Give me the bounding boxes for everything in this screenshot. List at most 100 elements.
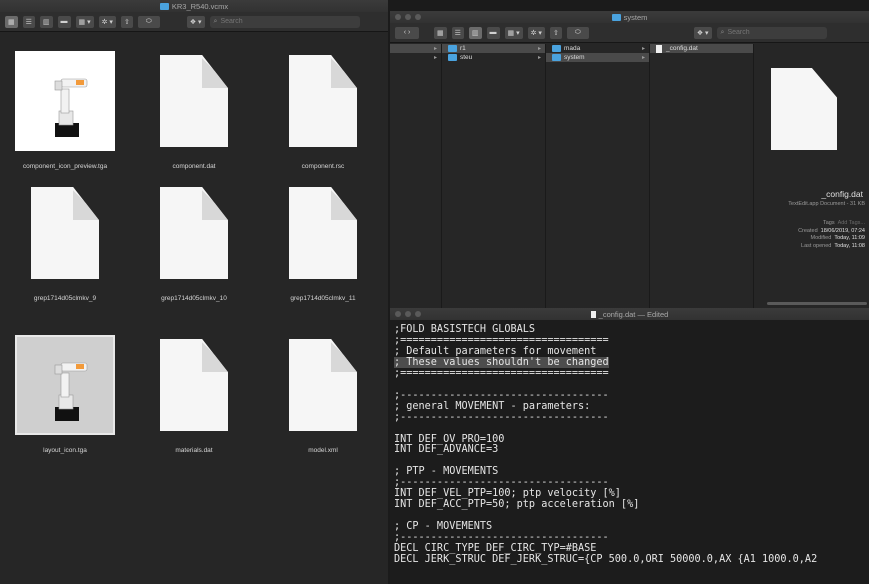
search-field[interactable]: ⌕ <box>209 15 360 28</box>
window-title: system <box>623 12 648 22</box>
file-name: grep1714d05clmkv_9 <box>33 295 97 302</box>
last-opened-label: Last opened <box>801 242 832 249</box>
column-view-button[interactable]: ▥ <box>39 15 53 28</box>
file-item[interactable]: grep1714d05clmkv_9 <box>0 183 130 302</box>
chevron-right-icon: ▸ <box>537 46 541 52</box>
file-item[interactable]: model.xml <box>258 335 388 454</box>
column-browser: ▸ ▸ r1 ▸ steu ▸ mada ▸ system ▸ _config.dat _co… <box>390 44 869 308</box>
file-name: model.xml <box>308 447 338 454</box>
search-field[interactable]: ⌕ <box>716 26 827 39</box>
document-icon <box>160 187 228 279</box>
window-controls <box>395 311 421 317</box>
document-icon <box>289 187 357 279</box>
image-thumbnail <box>15 51 115 151</box>
column-item[interactable]: ▸ <box>390 44 441 53</box>
dropbox-button[interactable]: ❖ ▾ <box>693 26 712 39</box>
browser-column[interactable]: ▸ ▸ <box>390 44 442 308</box>
document-icon <box>289 55 357 147</box>
title-bar[interactable]: system <box>390 11 869 23</box>
robot-arm-thumbnail <box>54 78 88 137</box>
zoom-button[interactable] <box>415 14 421 20</box>
column-item[interactable]: steu ▸ <box>442 53 545 62</box>
horizontal-scrollbar[interactable] <box>390 302 869 306</box>
dropbox-button[interactable]: ❖ ▾ <box>186 15 205 28</box>
icon-view-button[interactable]: ▦ <box>5 15 18 28</box>
browser-column[interactable]: _config.dat <box>650 44 754 308</box>
chevron-right-icon: ▸ <box>537 55 541 61</box>
search-icon: ⌕ <box>213 17 218 25</box>
document-preview-icon <box>771 68 837 150</box>
code-line: INT DEF_ACC_PTP=50; ptp acceleration [%] <box>394 499 640 511</box>
tags-label: Tags <box>822 220 835 226</box>
chevron-right-icon: ▸ <box>641 55 645 61</box>
document-icon <box>160 339 228 431</box>
browser-column[interactable]: mada ▸ system ▸ <box>546 44 650 308</box>
column-item[interactable]: r1 ▸ <box>442 44 545 53</box>
code-text[interactable]: ;FOLD BASISTECH GLOBALS ;================… <box>394 324 869 566</box>
folder-icon <box>448 54 457 61</box>
toolbar: ▦ ☰ ▥ ▬ ▦ ▾ ✲ ▾ ⇧ ⬭ ❖ ▾ ⌕ <box>0 12 388 32</box>
code-line: ;================================== <box>394 367 609 379</box>
chevron-right-icon: ▸ <box>641 46 645 52</box>
chevron-right-icon: ▸ <box>433 55 437 61</box>
document-icon <box>31 187 99 279</box>
action-gear-button[interactable]: ✲ ▾ <box>98 15 116 28</box>
search-input[interactable] <box>220 18 356 25</box>
text-editor[interactable]: ;FOLD BASISTECH GLOBALS ;================… <box>390 320 869 584</box>
tags-button[interactable]: ⬭ <box>137 15 160 28</box>
column-view-button[interactable]: ▥ <box>468 26 482 39</box>
file-item[interactable]: grep1714d05clmkv_11 <box>258 183 388 302</box>
preview-file-kind: TextEdit.app Document - 31 KB <box>788 201 865 207</box>
icon-view-button[interactable]: ▦ <box>434 26 447 39</box>
list-view-button[interactable]: ☰ <box>22 15 35 28</box>
file-item[interactable]: component_icon_preview.tga <box>0 51 130 170</box>
back-forward-button[interactable]: ‹ › <box>395 26 419 39</box>
close-button[interactable] <box>395 311 401 317</box>
file-item[interactable]: grep1714d05clmkv_10 <box>129 183 259 302</box>
browser-column[interactable]: r1 ▸ steu ▸ <box>442 44 546 308</box>
file-name: component_icon_preview.tga <box>22 163 108 170</box>
robot-arm-thumbnail <box>54 362 88 421</box>
finder-window-icon-view: KR3_R540.vcmx ▦ ☰ ▥ ▬ ▦ ▾ ✲ ▾ ⇧ ⬭ ❖ ▾ ⌕ … <box>0 0 388 584</box>
column-item[interactable]: mada ▸ <box>546 44 649 53</box>
chevron-right-icon: ▸ <box>433 46 437 52</box>
list-view-button[interactable]: ☰ <box>451 26 464 39</box>
file-item[interactable]: component.rsc <box>258 51 388 170</box>
column-item[interactable]: _config.dat <box>650 44 753 53</box>
group-button[interactable]: ▦ ▾ <box>75 15 94 28</box>
document-icon <box>160 55 228 147</box>
file-name: layout_icon.tga <box>43 447 87 454</box>
minimize-button[interactable] <box>405 14 411 20</box>
file-item[interactable]: layout_icon.tga <box>0 335 130 454</box>
scrollbar-thumb[interactable] <box>767 302 867 305</box>
add-tags-field[interactable]: Add Tags... <box>838 220 865 228</box>
last-opened-value: Today, 11:08 <box>834 242 865 249</box>
preview-metadata: Tags Add Tags... Created 18/06/2019, 07:24… <box>798 220 865 250</box>
file-name: component.rsc <box>301 163 345 170</box>
zoom-button[interactable] <box>415 311 421 317</box>
column-item[interactable]: ▸ <box>390 53 441 62</box>
created-value: 18/06/2019, 07:24 <box>820 227 865 234</box>
textedit-window: _config.dat — Edited ;FOLD BASISTECH GLO… <box>390 308 869 584</box>
search-input[interactable] <box>727 29 823 36</box>
modified-value: Today, 11:09 <box>834 235 865 241</box>
action-gear-button[interactable]: ✲ ▾ <box>527 26 545 39</box>
toolbar: ‹ › ▦ ☰ ▥ ▬ ▦ ▾ ✲ ▾ ⇧ ⬭ ❖ ▾ ⌕ <box>390 23 869 43</box>
share-button[interactable]: ⇧ <box>120 15 133 28</box>
share-button[interactable]: ⇧ <box>549 26 562 39</box>
document-icon <box>289 339 357 431</box>
close-button[interactable] <box>395 14 401 20</box>
gallery-view-button[interactable]: ▬ <box>57 15 71 28</box>
column-item[interactable]: system ▸ <box>546 53 649 62</box>
file-item[interactable]: component.dat <box>129 51 259 170</box>
gallery-view-button[interactable]: ▬ <box>486 26 500 39</box>
code-line: DECL JERK_STRUC DEF_JERK_STRUC={CP 500.0… <box>394 554 818 566</box>
tags-button[interactable]: ⬭ <box>566 26 589 39</box>
file-item[interactable]: materials.dat <box>129 335 259 454</box>
minimize-button[interactable] <box>405 311 411 317</box>
title-bar[interactable]: KR3_R540.vcmx <box>0 0 388 12</box>
code-line: ;---------------------------------- <box>394 411 609 423</box>
file-name: grep1714d05clmkv_11 <box>290 295 356 302</box>
group-button[interactable]: ▦ ▾ <box>504 26 523 39</box>
title-bar[interactable]: _config.dat — Edited <box>390 308 869 320</box>
